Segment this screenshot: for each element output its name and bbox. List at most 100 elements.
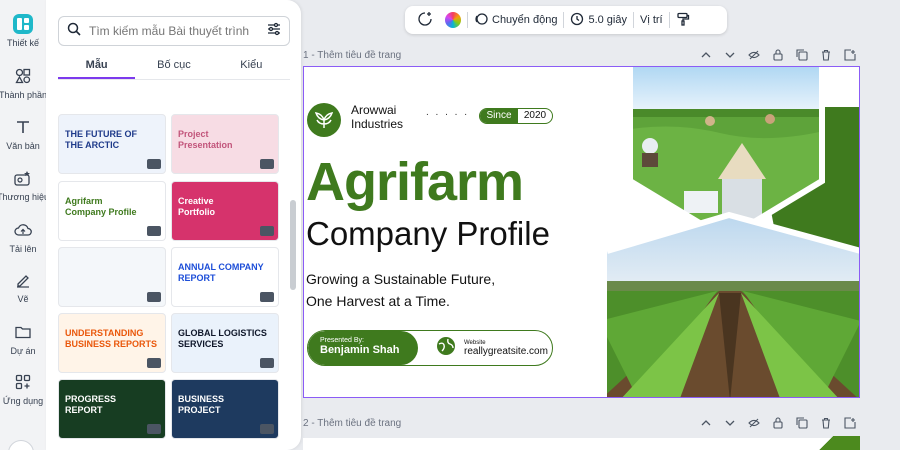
apps-icon [13,372,33,392]
page-1-title[interactable]: 1 - Thêm tiêu đề trang [303,50,401,61]
template-type-icon [147,358,161,368]
chevron-down-icon[interactable] [724,417,736,429]
since-label: Since [480,109,518,123]
color-button[interactable] [439,12,467,28]
page-2-title[interactable]: 2 - Thêm tiêu đề trang [303,418,401,429]
duration-button[interactable]: 5.0 giây [564,12,633,29]
lock-icon[interactable] [772,417,784,429]
duplicate-icon[interactable] [796,49,808,61]
chevron-up-icon[interactable] [700,49,712,61]
presented-by-label: Presented By: [320,337,364,344]
filter-icon[interactable] [267,22,281,41]
tab-styles[interactable]: Kiểu [213,54,290,79]
rail-item-apps[interactable]: Ứng dụng [0,372,46,406]
template-search[interactable] [58,16,290,46]
brand-line-1: Arowwai [351,103,397,117]
animation-icon [474,12,488,29]
template-thumbnail[interactable]: GLOBAL LOGISTICS SERVICES [171,313,279,373]
template-thumbnail[interactable]: BUSINESS PROJECT [171,379,279,439]
help-button[interactable] [8,440,34,450]
template-thumbnail[interactable]: PROGRESS REPORT [58,379,166,439]
rail-label: Vẽ [17,294,29,304]
website-url: reallygreatsite.com [464,345,548,357]
brand-name: Arowwai Industries [351,103,403,131]
panel-scrollbar[interactable] [290,200,296,290]
left-rail: Thiết kế Thành phần Văn bản Thương hiệu … [0,0,49,450]
template-title-line-1: ANNUAL COMPANY [178,262,264,272]
chevron-down-icon[interactable] [724,49,736,61]
template-title-line-1: GLOBAL LOGISTICS [178,328,267,338]
slide-tagline[interactable]: Growing a Sustainable Future, One Harves… [306,268,495,312]
rail-label: Dự án [10,346,36,356]
page-2-controls [700,417,856,429]
template-thumbnail[interactable] [58,247,166,307]
text-icon [13,117,33,137]
template-title-line-2: PROJECT [178,405,221,415]
presenter-name: Benjamin Shah [320,344,400,356]
presenter-block: Presented By: Benjamin Shah [308,331,418,365]
search-input[interactable] [89,24,267,38]
template-thumbnail[interactable]: Creative Portfolio [171,181,279,241]
brand-icon [13,168,33,188]
shapes-icon [13,66,33,86]
tab-templates[interactable]: Mẫu [58,54,136,79]
template-thumbnail[interactable]: Agrifarm Company Profile [58,181,166,241]
template-type-icon [260,424,274,434]
animate-button[interactable]: Chuyển động [468,12,563,29]
rail-item-elements[interactable]: Thành phần [0,66,48,100]
template-title-line-2: REPORT [65,405,103,415]
rail-item-draw[interactable]: Vẽ [0,270,46,304]
template-title-line-2: Portfolio [178,207,215,217]
chevron-up-icon[interactable] [700,417,712,429]
template-title-line-1: Creative [178,196,214,206]
duplicate-icon[interactable] [796,417,808,429]
template-title-line-1: PROGRESS [65,394,117,404]
rail-label: Thành phần [0,90,48,100]
rail-label: Tải lên [9,244,37,254]
template-type-icon [260,358,274,368]
animate-label: Chuyển động [492,14,558,26]
position-button[interactable]: Vị trí [634,14,669,26]
presenter-pill[interactable]: Presented By: Benjamin Shah Website real… [307,330,553,366]
template-title-line-1: THE FUTURE OF [65,129,137,139]
copy-style-button[interactable] [670,12,696,29]
add-page-icon[interactable] [844,49,856,61]
lock-icon[interactable] [772,49,784,61]
duration-label: 5.0 giây [588,14,627,26]
trash-icon[interactable] [820,49,832,61]
tab-layouts[interactable]: Bố cục [135,54,212,79]
rail-item-projects[interactable]: Dự án [0,322,46,356]
rail-label: Ứng dụng [2,396,44,406]
trash-icon[interactable] [820,417,832,429]
template-thumbnail[interactable]: ANNUAL COMPANY REPORT [171,247,279,307]
upload-cloud-icon [13,220,33,240]
template-thumbnail[interactable]: Project Presentation [171,114,279,174]
color-wheel-icon [445,12,461,28]
element-toolbar: Chuyển động 5.0 giây Vị trí [405,6,727,34]
slide-title[interactable]: Agrifarm [306,153,524,211]
template-thumbnail[interactable]: THE FUTURE OF THE ARCTIC [58,114,166,174]
template-title-line-2: Presentation [178,140,233,150]
rail-label: Thiết kế [6,38,39,48]
folder-icon [13,322,33,342]
slide-canvas[interactable]: Arowwai Industries . . . . . Since 2020 … [303,66,860,398]
hide-icon[interactable] [748,49,760,61]
template-type-icon [260,159,274,169]
slide-subtitle[interactable]: Company Profile [306,215,550,253]
rail-item-upload[interactable]: Tải lên [0,220,46,254]
brand-logo [307,103,341,137]
rail-item-text[interactable]: Văn bản [0,117,46,151]
rail-label: Văn bản [6,141,40,151]
add-page-icon[interactable] [844,417,856,429]
template-title-line-2: THE ARCTIC [65,140,120,150]
template-thumbnail[interactable]: UNDERSTANDING BUSINESS REPORTS [58,313,166,373]
pen-icon [13,270,33,290]
rail-item-design[interactable]: Thiết kế [0,14,46,48]
add-effect-button[interactable] [411,11,439,30]
field-photo[interactable] [599,211,860,398]
template-title-line-2: BUSINESS REPORTS [65,339,158,349]
rail-item-brand[interactable]: Thương hiệu [0,168,49,202]
hide-icon[interactable] [748,417,760,429]
slide-2-canvas[interactable] [303,438,860,450]
template-title-line-2: Company Profile [65,207,137,217]
